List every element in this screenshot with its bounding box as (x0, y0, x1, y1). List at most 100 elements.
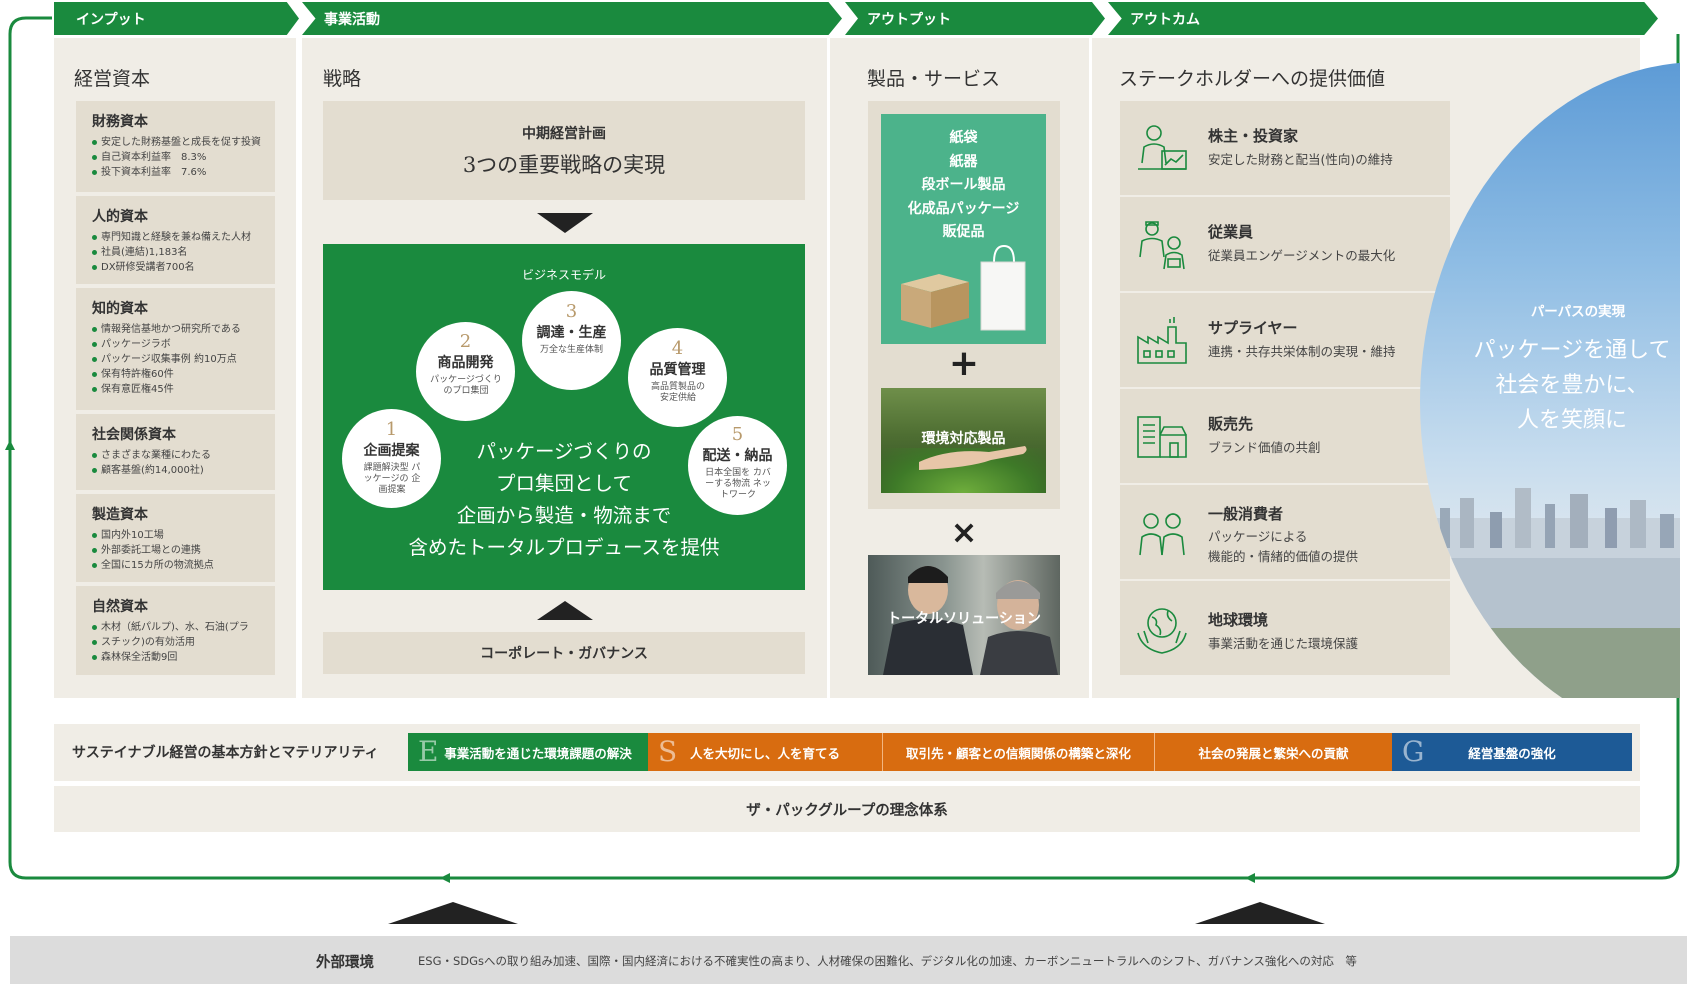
step-desc: パッケージづくり のプロ集団 (430, 375, 502, 396)
total-solution-box: トータルソリューション (868, 555, 1060, 675)
materiality-social-people: S 人を大切にし、人を育てる (648, 733, 883, 771)
stakeholder-desc: ブランド価値の共創 (1208, 440, 1321, 455)
capital-item: パッケージラボ (92, 337, 263, 352)
product-item: 化成品パッケージ (907, 200, 1020, 217)
input-title: 経営資本 (74, 68, 151, 90)
capital-intellectual: 知的資本 情報発信基地かつ研究所である パッケージラボ パッケージ収集事例 約1… (76, 288, 275, 410)
product-item: 段ボール製品 (921, 177, 1006, 193)
stakeholder-employee: 従業員 従業員エンゲージメントの最大化 (1120, 197, 1450, 291)
eco-products-label: 環境対応製品 (921, 431, 1006, 447)
materiality-governance: G 経営基盤の強化 (1392, 733, 1632, 771)
mid-term-plan-box: 中期経営計画 3つの重要戦略の実現 (323, 101, 805, 200)
capital-item: スチック)の有効活用 (92, 635, 263, 650)
capital-item: 情報発信基地かつ研究所である (92, 322, 263, 337)
output-title: 製品・サービス (867, 68, 1001, 90)
down-arrow (537, 213, 593, 233)
stage-outcome-label: アウトカム (1130, 11, 1200, 28)
philosophy-band: ザ・パックグループの理念体系 (54, 786, 1640, 832)
plus-sign: + (948, 343, 980, 384)
bm-message-line: 含めたトータルプロデュースを提供 (408, 536, 720, 559)
step-development: 2 商品開発 パッケージづくり のプロ集団 (416, 322, 515, 421)
stakeholder-environment: 地球環境 事業活動を通じた環境保護 (1120, 581, 1450, 675)
capital-item: さまざまな業種にわたる (92, 448, 263, 463)
purpose-label: パーパスの実現 (1530, 304, 1626, 320)
city-skyline (1420, 488, 1680, 698)
step-number: 4 (671, 338, 684, 359)
stakeholder-desc: 機能的・情緒的価値の提供 (1208, 549, 1359, 564)
governance-box: コーポレート・ガバナンス (323, 632, 805, 674)
bm-message-line: パッケージづくりの (476, 440, 652, 463)
factory-icon (1137, 317, 1187, 364)
materiality-letter: E (418, 735, 439, 768)
stakeholder-investor: 株主・投資家 安定した財務と配当(性向)の維持 (1120, 101, 1450, 195)
stage-activity-label: 事業活動 (324, 11, 380, 28)
external-influence-arrow-right (1195, 902, 1325, 924)
earth-hands-icon (1137, 608, 1187, 654)
plan-title: 3つの重要戦略の実現 (462, 153, 666, 177)
stage-input-label: インプット (76, 11, 146, 28)
capital-item: 外部委託工場との連携 (92, 543, 263, 558)
stakeholder-consumer: 一般消費者 パッケージによる 機能的・情緒的価値の提供 (1120, 485, 1450, 579)
capital-name: 社会関係資本 (92, 427, 176, 443)
stakeholder-name: 販売先 (1208, 415, 1254, 433)
step-title: 調達・生産 (536, 325, 607, 341)
materiality-letter: S (658, 735, 678, 768)
stakeholder-desc: 連携・共存共栄体制の実現・維持 (1208, 344, 1396, 359)
stage-activity: 事業活動 (302, 2, 842, 35)
product-item: 販促品 (942, 224, 985, 240)
products-box: 紙袋 紙器 段ボール製品 化成品パッケージ 販促品 (881, 114, 1046, 344)
value-chain-header: インプット 事業活動 アウトプット アウトカム (0, 0, 1687, 38)
bm-message-line: 企画から製造・物流まで (456, 504, 672, 527)
step-number: 2 (459, 331, 472, 352)
times-sign: × (950, 513, 978, 551)
product-item: 紙器 (949, 153, 978, 170)
purpose-line: 人を笑顔に (1516, 408, 1627, 433)
capital-item: 自己資本利益率 8.3% (92, 150, 263, 165)
employee-icon (1139, 221, 1185, 270)
external-environment-bar: 外部環境 ESG・SDGsへの取り組み加速、国際・国内経済における不確実性の高ま… (10, 936, 1687, 984)
total-solution-label: トータルソリューション (887, 611, 1041, 627)
stakeholder-supplier: サプライヤー 連携・共存共栄体制の実現・維持 (1120, 293, 1450, 387)
bm-message: パッケージづくりの プロ集団として 企画から製造・物流まで 含めたトータルプロデ… (383, 436, 745, 564)
step-title: 品質管理 (649, 362, 706, 378)
bm-label: ビジネスモデル (521, 268, 606, 282)
step-title: 商品開発 (437, 355, 494, 371)
governance-label: コーポレート・ガバナンス (480, 646, 648, 662)
capital-item: 保有特許権60件 (92, 367, 263, 382)
stakeholder-desc: パッケージによる (1208, 529, 1308, 544)
box-and-bag-illustration (901, 244, 1026, 331)
capital-item: DX研修受講者700名 (92, 260, 263, 275)
external-text: ESG・SDGsへの取り組み加速、国際・国内経済における不確実性の高まり、人材確… (418, 954, 1357, 968)
capital-social: 社会関係資本 さまざまな業種にわたる 顧客基盤(約14,000社) (76, 414, 275, 490)
plan-label: 中期経営計画 (522, 126, 606, 142)
activity-title: 戦略 (323, 68, 362, 90)
capital-item: 森林保全活動9回 (92, 650, 263, 665)
stakeholder-name: 一般消費者 (1208, 505, 1284, 523)
capital-name: 人的資本 (92, 209, 148, 225)
stakeholder-name: サプライヤー (1208, 319, 1298, 337)
business-model-box: ビジネスモデル 1 企画提案 課題解決型 パッケージの 企画提案 2 商品開発 … (323, 244, 805, 590)
capital-human: 人的資本 専門知識と経験を兼ね備えた人材 社員(連結)1,183名 DX研修受講… (76, 196, 275, 284)
capital-manufactured: 製造資本 国内外10工場 外部委託工場との連携 全国に15カ所の物流拠点 (76, 494, 275, 582)
step-desc: 万全な生産体制 (539, 345, 603, 355)
capital-name: 財務資本 (92, 114, 148, 130)
stage-outcome: アウトカム (1108, 2, 1658, 35)
capital-item: 保有意匠権45件 (92, 382, 263, 397)
stage-output-label: アウトプット (867, 11, 951, 28)
capital-item: 顧客基盤(約14,000社) (92, 463, 263, 478)
capital-name: 製造資本 (92, 507, 148, 523)
stage-output: アウトプット (845, 2, 1105, 35)
materiality-social-society: 社会の発展と繁栄への貢献 (1155, 733, 1392, 771)
investor-icon (1138, 125, 1187, 170)
external-influence-arrow-left (388, 902, 518, 924)
external-label: 外部環境 (316, 955, 374, 971)
consumers-icon (1139, 513, 1185, 556)
eco-products-box: 環境対応製品 (881, 388, 1046, 493)
purpose-line: パッケージを通して (1473, 338, 1671, 363)
stakeholder-desc: 安定した財務と配当(性向)の維持 (1208, 152, 1393, 167)
capital-item: 安定した財務基盤と成長を促す投資 (92, 135, 263, 150)
step-desc: 高品質製品の 安定供給 (650, 382, 705, 403)
product-list: 紙袋 紙器 段ボール製品 化成品パッケージ 販促品 (881, 127, 1046, 245)
materiality-text: 社会の発展と繁栄への貢献 (1198, 745, 1349, 761)
capital-natural: 自然資本 木材（紙パルプ)、水、石油(プラ スチック)の有効活用 森林保全活動9… (76, 586, 275, 675)
